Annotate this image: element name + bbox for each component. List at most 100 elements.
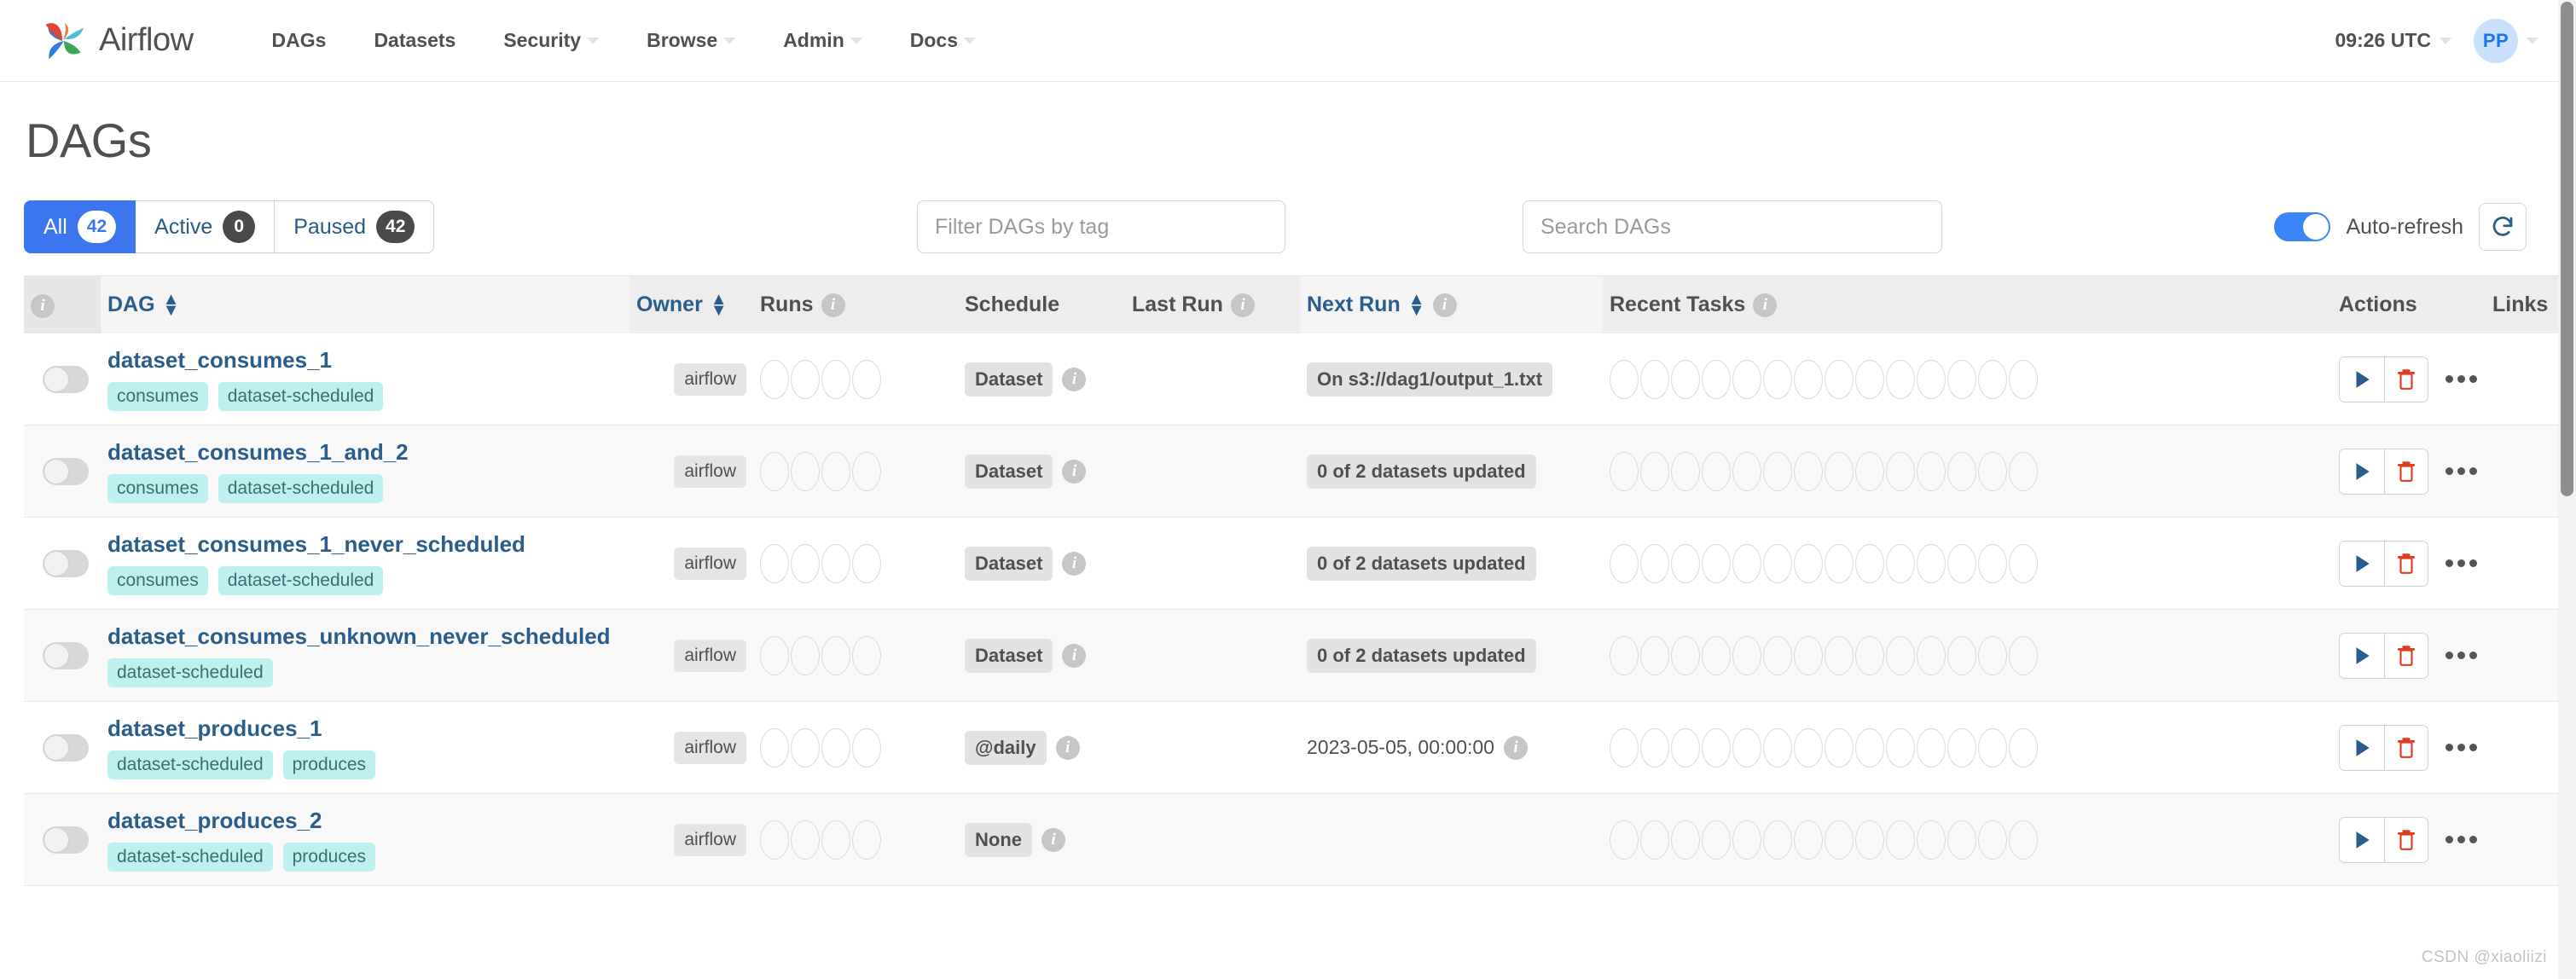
status-circle[interactable]	[1978, 636, 2007, 675]
more-actions-button[interactable]	[2444, 462, 2479, 480]
status-circle[interactable]	[2009, 452, 2038, 491]
more-actions-button[interactable]	[2444, 739, 2479, 756]
delete-dag-button[interactable]	[2384, 818, 2428, 862]
info-icon[interactable]: i	[1504, 736, 1528, 760]
status-circle[interactable]	[1702, 728, 1731, 768]
status-circle[interactable]	[1794, 452, 1823, 491]
column-header-dag[interactable]: DAG ▲▼	[101, 276, 629, 333]
nav-item-browse[interactable]: Browse	[623, 20, 759, 61]
tag-filter-input[interactable]	[917, 200, 1285, 253]
status-circle[interactable]	[1825, 820, 1854, 860]
status-circle[interactable]	[2009, 636, 2038, 675]
status-circle[interactable]	[1917, 544, 1946, 583]
status-circle[interactable]	[2009, 544, 2038, 583]
dag-pause-toggle[interactable]	[43, 734, 89, 762]
info-icon[interactable]: i	[1062, 460, 1086, 484]
info-icon[interactable]: i	[1753, 293, 1777, 317]
dag-tag[interactable]: produces	[283, 843, 375, 872]
status-circle[interactable]	[1610, 360, 1639, 399]
status-circle[interactable]	[1732, 820, 1761, 860]
status-circle[interactable]	[1855, 636, 1884, 675]
info-icon[interactable]: i	[1041, 828, 1065, 852]
status-circle[interactable]	[1886, 544, 1915, 583]
status-circle[interactable]	[1671, 820, 1700, 860]
status-circle[interactable]	[1978, 544, 2007, 583]
status-circle[interactable]	[1855, 820, 1884, 860]
owner-badge[interactable]: airflow	[674, 455, 746, 488]
status-circle[interactable]	[1825, 728, 1854, 768]
status-circle[interactable]	[1732, 728, 1761, 768]
dag-pause-toggle[interactable]	[43, 550, 89, 577]
status-circle[interactable]	[852, 360, 881, 399]
info-icon[interactable]: i	[821, 293, 845, 317]
trigger-dag-button[interactable]	[2340, 726, 2384, 770]
trigger-dag-button[interactable]	[2340, 542, 2384, 586]
dag-tag[interactable]: dataset-scheduled	[107, 843, 273, 872]
dag-tag[interactable]: dataset-scheduled	[107, 750, 273, 779]
status-circle[interactable]	[1825, 452, 1854, 491]
status-circle[interactable]	[1732, 636, 1761, 675]
status-circle[interactable]	[760, 452, 789, 491]
status-circle[interactable]	[1978, 728, 2007, 768]
auto-refresh-toggle[interactable]	[2274, 212, 2330, 241]
status-circle[interactable]	[1794, 636, 1823, 675]
status-circle[interactable]	[852, 728, 881, 768]
dag-link[interactable]: dataset_produces_1	[107, 715, 623, 742]
owner-badge[interactable]: airflow	[674, 547, 746, 580]
status-circle[interactable]	[821, 452, 850, 491]
status-circle[interactable]	[1610, 728, 1639, 768]
column-header-next-run[interactable]: Next Run ▲▼ i	[1300, 276, 1603, 333]
dag-tag[interactable]: consumes	[107, 474, 208, 503]
more-actions-button[interactable]	[2444, 831, 2479, 849]
status-circle[interactable]	[852, 544, 881, 583]
status-circle[interactable]	[1732, 452, 1761, 491]
status-circle[interactable]	[760, 636, 789, 675]
refresh-button[interactable]	[2479, 203, 2527, 251]
status-circle[interactable]	[1671, 452, 1700, 491]
dag-link[interactable]: dataset_produces_2	[107, 808, 623, 834]
status-circle[interactable]	[1794, 728, 1823, 768]
status-circle[interactable]	[791, 360, 820, 399]
filter-all-button[interactable]: All 42	[24, 200, 136, 253]
status-circle[interactable]	[1825, 636, 1854, 675]
delete-dag-button[interactable]	[2384, 634, 2428, 678]
status-circle[interactable]	[1794, 820, 1823, 860]
status-circle[interactable]	[1917, 452, 1946, 491]
status-circle[interactable]	[1640, 452, 1669, 491]
status-circle[interactable]	[791, 544, 820, 583]
more-actions-button[interactable]	[2444, 554, 2479, 572]
info-icon[interactable]: i	[1056, 736, 1080, 760]
owner-badge[interactable]: airflow	[674, 824, 746, 856]
status-circle[interactable]	[1917, 360, 1946, 399]
status-circle[interactable]	[1702, 544, 1731, 583]
status-circle[interactable]	[1671, 360, 1700, 399]
status-circle[interactable]	[1978, 360, 2007, 399]
status-circle[interactable]	[1947, 544, 1976, 583]
status-circle[interactable]	[1917, 728, 1946, 768]
dag-tag[interactable]: consumes	[107, 382, 208, 411]
dag-tag[interactable]: dataset-scheduled	[218, 474, 384, 503]
scrollbar-thumb[interactable]	[2561, 2, 2573, 496]
nav-item-admin[interactable]: Admin	[759, 20, 886, 61]
column-header-owner[interactable]: Owner ▲▼	[629, 276, 753, 333]
status-circle[interactable]	[1855, 360, 1884, 399]
dag-pause-toggle[interactable]	[43, 458, 89, 485]
dag-tag[interactable]: produces	[283, 750, 375, 779]
dag-pause-toggle[interactable]	[43, 642, 89, 669]
status-circle[interactable]	[852, 452, 881, 491]
status-circle[interactable]	[1886, 360, 1915, 399]
status-circle[interactable]	[2009, 820, 2038, 860]
info-icon[interactable]: i	[31, 294, 55, 318]
status-circle[interactable]	[852, 636, 881, 675]
status-circle[interactable]	[821, 728, 850, 768]
status-circle[interactable]	[1702, 820, 1731, 860]
status-circle[interactable]	[1825, 360, 1854, 399]
info-icon[interactable]: i	[1062, 644, 1086, 668]
status-circle[interactable]	[1763, 544, 1792, 583]
dag-link[interactable]: dataset_consumes_1_never_scheduled	[107, 531, 623, 558]
status-circle[interactable]	[1794, 360, 1823, 399]
delete-dag-button[interactable]	[2384, 542, 2428, 586]
status-circle[interactable]	[1978, 820, 2007, 860]
filter-paused-button[interactable]: Paused 42	[275, 200, 434, 253]
owner-badge[interactable]: airflow	[674, 732, 746, 764]
